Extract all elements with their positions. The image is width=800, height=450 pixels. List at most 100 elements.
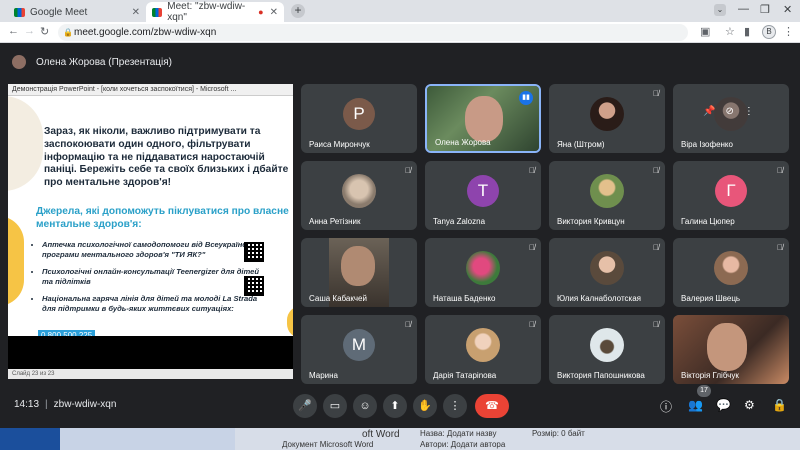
participant-tile[interactable]: 🎙̸ Наташа Баденко	[425, 238, 541, 307]
participant-tile[interactable]: T 🎙̸ Tanya Zalozna	[425, 161, 541, 230]
share-window-title: Демонстрація PowerPoint - [коли хочеться…	[8, 84, 293, 96]
meeting-details-icon[interactable]: ⓘ	[660, 398, 672, 415]
meeting-time: 14:13	[14, 399, 40, 410]
leave-call-button[interactable]: ☎	[475, 394, 509, 418]
qr-code-icon	[244, 242, 264, 262]
participant-name: Дарія Татаріnова	[433, 371, 497, 380]
slide-resource-list: Аптечка психологічної самодопомоги від В…	[32, 240, 262, 321]
forward-icon[interactable]: →	[24, 25, 35, 37]
mic-muted-icon: 🎙̸	[529, 243, 535, 252]
meet-stage: Олена Жорова (Презентація) Демонстрація …	[0, 43, 800, 428]
participant-name: Галина Цюпер	[681, 217, 735, 226]
participant-tile[interactable]: М 🎙̸ Марина	[301, 315, 417, 384]
maximize-icon[interactable]: ❐	[760, 3, 770, 16]
participant-tile[interactable]: 🎙̸ Яна (Штром)	[549, 84, 665, 153]
profile-photo	[466, 251, 500, 285]
participant-tile[interactable]: Саша Кабакчей	[301, 238, 417, 307]
host-controls-icon[interactable]: 🔒	[772, 398, 787, 412]
slide-decoration	[8, 216, 24, 306]
meeting-code: zbw-wdiw-xqn	[53, 399, 117, 410]
profile-photo	[714, 251, 748, 285]
mic-muted-icon: 🎙̸	[653, 166, 659, 175]
participant-tile[interactable]: 🎙̸ Валерия Швець	[673, 238, 789, 307]
slide-decoration	[8, 96, 43, 191]
participant-name: Саша Кабакчей	[309, 294, 367, 303]
participant-tile[interactable]: 🎙̸ Юлия Калнаболотская	[549, 238, 665, 307]
participant-name: Яна (Штром)	[557, 140, 605, 149]
taskbar-apps[interactable]	[0, 428, 235, 450]
participant-name: Виктория Кривцун	[557, 217, 625, 226]
reactions-button[interactable]: ☺	[353, 394, 377, 418]
reload-icon[interactable]: ↻	[40, 25, 49, 38]
new-tab-button[interactable]: +	[291, 4, 305, 18]
participant-tile[interactable]: 🎙̸ Анна Ретізник	[301, 161, 417, 230]
tab-title: Meet: "zbw-wdiw-xqn"	[167, 1, 246, 23]
mute-participant-icon[interactable]: ⊘	[725, 106, 733, 117]
more-options-button[interactable]: ⋮	[443, 394, 467, 418]
participant-tile[interactable]: 📌 ⊘ ⋮ Віра Ізофенко	[673, 84, 789, 153]
close-tab-icon[interactable]: ✕	[132, 7, 140, 18]
list-item: Національна гаряча лінія для дітей та мо…	[42, 294, 262, 313]
participant-count-badge: 17	[697, 385, 711, 397]
chat-icon[interactable]: 💬	[716, 398, 731, 412]
slide-status: Слайд 23 из 23	[8, 369, 293, 379]
participant-tile[interactable]: 🎙̸ Виктория Кривцун	[549, 161, 665, 230]
participant-tile[interactable]: Р Раиса Мирончук	[301, 84, 417, 153]
meeting-info: 14:13 | zbw-wdiw-xqn	[14, 399, 117, 410]
meet-icon	[14, 7, 25, 17]
slide-bottom-area	[8, 336, 293, 369]
mic-muted-icon: 🎙̸	[529, 166, 535, 175]
menu-icon[interactable]: ⋮	[783, 25, 794, 38]
presenter-bar: Олена Жорова (Презентація)	[12, 53, 172, 71]
doc-size: Розмір: 0 байт	[532, 429, 585, 438]
present-button[interactable]: ⬆	[383, 394, 407, 418]
tab-meeting[interactable]: Meet: "zbw-wdiw-xqn" ● ✕	[146, 1, 284, 23]
participant-name: Раиса Мирончук	[309, 140, 370, 149]
meet-icon	[152, 7, 163, 17]
camera-indicator-icon[interactable]: ▣	[700, 25, 710, 38]
url-field[interactable]: 🔒 meet.google.com/zbw-wdiw-xqn	[58, 24, 688, 41]
minimize-icon[interactable]: —	[738, 3, 749, 15]
activities-icon[interactable]: ⚙	[744, 398, 755, 412]
shared-screen[interactable]: Демонстрація PowerPoint - [коли хочеться…	[8, 84, 293, 379]
presenter-label: Олена Жорова (Презентація)	[36, 56, 172, 68]
pin-icon[interactable]: 📌	[703, 106, 715, 117]
participant-tile-active-speaker[interactable]: ▮▮ Олена Жорова	[425, 84, 541, 153]
mic-muted-icon: 🎙̸	[529, 320, 535, 329]
close-tab-icon[interactable]: ✕	[270, 7, 278, 18]
mic-muted-icon: 🎙̸	[653, 320, 659, 329]
profile-photo	[590, 328, 624, 362]
doc-type: Документ Microsoft Word	[282, 440, 374, 449]
slide-sources-heading: Джерела, які допоможуть піклуватися про …	[36, 206, 289, 230]
participant-tile[interactable]: Вікторія Глібчук	[673, 315, 789, 384]
avatar: T	[467, 175, 499, 207]
speaking-indicator-icon: ▮▮	[519, 91, 533, 105]
participant-tile[interactable]: 🎙̸ Виктория Папошникова	[549, 315, 665, 384]
browser-tab-strip: Google Meet ✕ Meet: "zbw-wdiw-xqn" ● ✕ +…	[0, 0, 800, 23]
profile-photo	[342, 174, 376, 208]
back-icon[interactable]: ←	[8, 25, 19, 37]
profile-photo	[590, 174, 624, 208]
qr-code-icon	[244, 276, 264, 296]
participant-tile[interactable]: Г 🎙̸ Галина Цюпер	[673, 161, 789, 230]
tab-google-meet[interactable]: Google Meet ✕	[8, 2, 146, 22]
bookmark-icon[interactable]: ☆	[725, 25, 735, 38]
participant-tile[interactable]: 🎙̸ Дарія Татаріnова	[425, 315, 541, 384]
close-window-icon[interactable]: ✕	[783, 3, 792, 16]
more-options-icon[interactable]: ⋮	[744, 106, 754, 117]
address-bar-row: ← → ↻ 🔒 meet.google.com/zbw-wdiw-xqn ▣ ☆…	[0, 22, 800, 43]
tab-title: Google Meet	[30, 6, 88, 18]
side-panel-icon[interactable]: ▮	[744, 25, 750, 38]
microphone-button[interactable]: 🎤	[293, 394, 317, 418]
people-icon[interactable]: 👥	[688, 398, 703, 412]
person-image	[465, 96, 503, 142]
raise-hand-button[interactable]: ✋	[413, 394, 437, 418]
participant-name: Віра Ізофенко	[681, 140, 733, 149]
mic-muted-icon: 🎙̸	[777, 243, 783, 252]
mic-muted-icon: 🎙̸	[405, 166, 411, 175]
profile-avatar[interactable]: B	[762, 25, 776, 39]
mic-muted-icon: 🎙̸	[777, 166, 783, 175]
camera-button[interactable]: ▭	[323, 394, 347, 418]
mic-muted-icon: 🎙̸	[653, 89, 659, 98]
tab-search-icon[interactable]: ⌄	[714, 4, 726, 16]
